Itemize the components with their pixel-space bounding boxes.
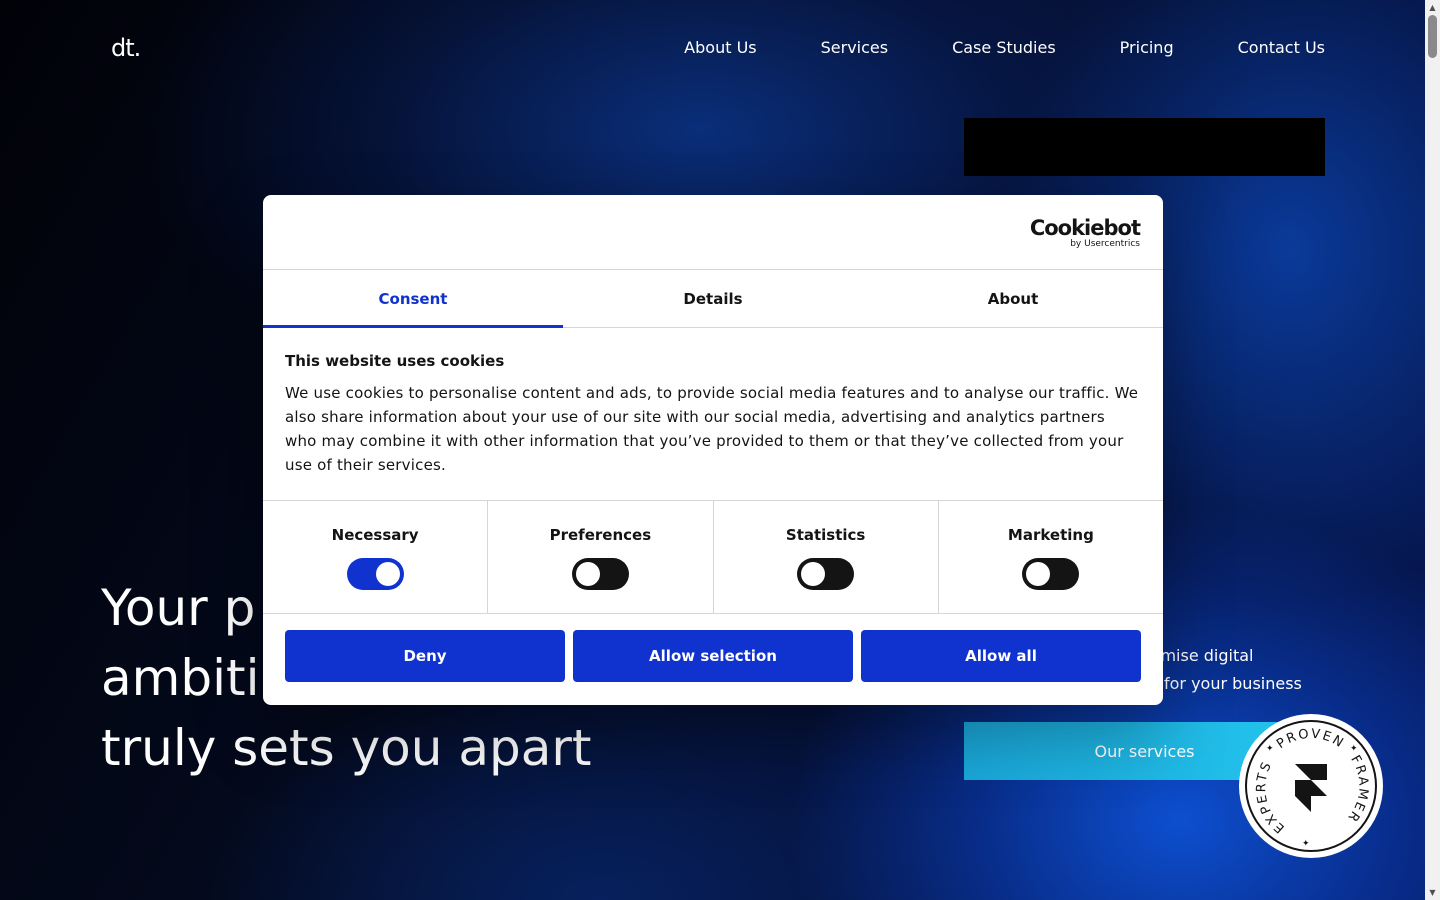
- toggle-label: Marketing: [1007, 526, 1094, 544]
- dialog-header: Cookiebot by Usercentrics: [263, 195, 1163, 270]
- scroll-up-arrow-icon[interactable]: ▲: [1428, 3, 1437, 12]
- nav-pricing[interactable]: Pricing: [1120, 38, 1174, 57]
- proven-framer-experts-badge[interactable]: PROVEN FRAMER EXPERTS ✦ ✦ ✦: [1238, 713, 1384, 859]
- toggle-label: Necessary: [331, 526, 419, 544]
- switch-knob: [575, 562, 600, 586]
- switch-knob: [375, 562, 400, 586]
- svg-text:✦: ✦: [1266, 744, 1274, 754]
- cookiebot-sub: by Usercentrics: [1070, 239, 1140, 249]
- deny-button[interactable]: Deny: [285, 630, 565, 682]
- switch-knob: [801, 562, 826, 586]
- toggle-preferences: Preferences: [488, 501, 714, 613]
- dialog-actions: Deny Allow selection Allow all: [263, 614, 1163, 698]
- toggle-necessary: Necessary: [263, 501, 489, 613]
- preferences-switch[interactable]: [571, 558, 629, 590]
- scroll-down-arrow-icon[interactable]: ▼: [1428, 888, 1437, 897]
- nav-services[interactable]: Services: [821, 38, 888, 57]
- nav-case-studies[interactable]: Case Studies: [952, 38, 1056, 57]
- site-logo[interactable]: dt.: [111, 34, 141, 62]
- necessary-switch[interactable]: [346, 558, 404, 590]
- dialog-tabs: Consent Details About: [263, 270, 1163, 328]
- toggle-label: Statistics: [785, 526, 866, 544]
- cookiebot-logo[interactable]: Cookiebot by Usercentrics: [1029, 216, 1141, 249]
- dialog-title: This website uses cookies: [285, 352, 505, 370]
- cookiebot-brand: Cookiebot: [1029, 216, 1141, 240]
- toggle-marketing: Marketing: [939, 501, 1163, 613]
- hero-media-placeholder: [964, 118, 1325, 176]
- allow-all-button[interactable]: Allow all: [861, 630, 1141, 682]
- tab-about[interactable]: About: [863, 270, 1163, 327]
- toggle-label: Preferences: [549, 526, 652, 544]
- switch-knob: [1026, 562, 1051, 586]
- svg-text:✦: ✦: [1302, 839, 1310, 849]
- dialog-body: This website uses cookies We use cookies…: [263, 328, 1163, 501]
- allow-selection-button[interactable]: Allow selection: [573, 630, 853, 682]
- cookie-consent-dialog: Cookiebot by Usercentrics Consent Detail…: [263, 195, 1163, 705]
- tab-consent[interactable]: Consent: [263, 270, 563, 328]
- dialog-text: We use cookies to personalise content an…: [285, 384, 1139, 474]
- page-scrollbar[interactable]: ▲ ▼: [1425, 0, 1440, 900]
- main-nav: About Us Services Case Studies Pricing C…: [684, 38, 1325, 57]
- nav-contact-us[interactable]: Contact Us: [1238, 38, 1325, 57]
- marketing-switch[interactable]: [1022, 558, 1080, 590]
- headline-line: truly sets you apart: [101, 719, 592, 777]
- statistics-switch[interactable]: [797, 558, 855, 590]
- tab-details[interactable]: Details: [563, 270, 863, 327]
- consent-toggles: Necessary Preferences Statistics Marketi…: [263, 501, 1163, 614]
- toggle-statistics: Statistics: [714, 501, 939, 613]
- nav-about-us[interactable]: About Us: [684, 38, 756, 57]
- scroll-thumb[interactable]: [1428, 15, 1437, 58]
- svg-text:✦: ✦: [1350, 744, 1358, 754]
